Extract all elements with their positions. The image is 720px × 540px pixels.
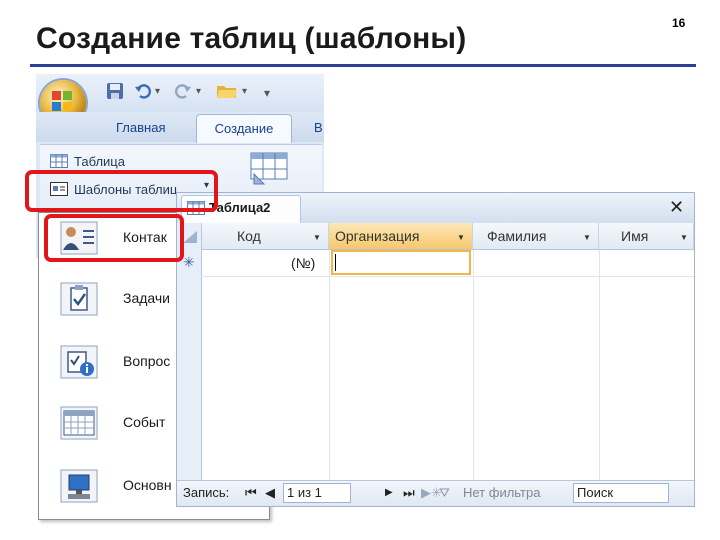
tab-create[interactable]: Создание bbox=[196, 114, 292, 143]
close-icon[interactable]: ✕ bbox=[669, 197, 684, 218]
first-record-icon[interactable]: ⏮ bbox=[245, 485, 257, 501]
redo-dropdown-icon[interactable]: ▾ bbox=[196, 86, 201, 97]
new-record-code: (№) bbox=[291, 255, 316, 271]
organization-cell[interactable] bbox=[331, 250, 471, 275]
table-button[interactable]: Таблица bbox=[74, 154, 125, 169]
assets-icon bbox=[60, 469, 98, 503]
sort-arrow-icon[interactable]: ▼ bbox=[457, 233, 465, 242]
column-header-firstname-label: Имя bbox=[621, 228, 649, 244]
sort-arrow-icon[interactable]: ▼ bbox=[313, 233, 321, 242]
table-window: Таблица2 ✕ Код ▼ Организация ▼ Фамилия ▼… bbox=[176, 192, 695, 507]
grid-line bbox=[599, 250, 600, 480]
title-underline bbox=[30, 64, 696, 67]
document-tab-title: Таблица2 bbox=[209, 200, 271, 215]
customize-toolbar-icon[interactable]: ▾ bbox=[264, 86, 270, 100]
open-folder-icon[interactable] bbox=[216, 82, 238, 100]
redo-icon[interactable] bbox=[174, 82, 192, 100]
text-cursor bbox=[335, 254, 336, 271]
column-header-code[interactable] bbox=[201, 223, 329, 249]
last-record-icon[interactable]: ⏭ bbox=[403, 485, 415, 501]
column-header-lastname-label: Фамилия bbox=[487, 228, 547, 244]
table-icon bbox=[50, 154, 68, 168]
menu-item-issues[interactable]: Вопрос bbox=[123, 353, 170, 369]
slide-title: Создание таблиц (шаблоны) bbox=[36, 22, 467, 55]
filter-icon[interactable]: ⛛ bbox=[439, 485, 450, 501]
record-position-value: 1 из 1 bbox=[287, 485, 322, 500]
sort-arrow-icon[interactable]: ▼ bbox=[583, 233, 591, 242]
tab-next[interactable]: В bbox=[314, 120, 323, 135]
record-label: Запись: bbox=[183, 485, 230, 500]
events-icon bbox=[60, 406, 98, 440]
table-design-icon[interactable] bbox=[250, 152, 290, 186]
previous-record-icon[interactable]: ◀ bbox=[265, 485, 275, 501]
grid-line bbox=[201, 276, 694, 277]
menu-item-events[interactable]: Событ bbox=[123, 414, 165, 430]
tab-home[interactable]: Главная bbox=[116, 120, 165, 135]
office-logo-icon bbox=[52, 91, 72, 111]
tasks-icon bbox=[60, 282, 98, 316]
page-number: 16 bbox=[672, 16, 686, 30]
folder-dropdown-icon[interactable]: ▾ bbox=[242, 86, 247, 97]
grid-line bbox=[329, 250, 330, 480]
sort-arrow-icon[interactable]: ▼ bbox=[680, 233, 688, 242]
column-header-organization-label: Организация bbox=[335, 228, 420, 244]
filter-status[interactable]: Нет фильтра bbox=[463, 485, 540, 500]
select-all-icon[interactable] bbox=[183, 231, 197, 243]
column-header-code-label: Код bbox=[237, 228, 261, 244]
next-record-icon[interactable]: ▶ bbox=[385, 487, 393, 498]
templates-highlight bbox=[25, 170, 218, 212]
menu-item-tasks[interactable]: Задачи bbox=[123, 290, 170, 306]
issues-icon bbox=[60, 345, 98, 379]
new-record-marker: ✳ bbox=[183, 254, 195, 270]
contacts-highlight bbox=[44, 214, 184, 262]
menu-item-assets[interactable]: Основн bbox=[123, 477, 172, 493]
search-placeholder: Поиск bbox=[577, 485, 614, 500]
undo-icon[interactable] bbox=[134, 82, 152, 100]
undo-dropdown-icon[interactable]: ▾ bbox=[155, 86, 160, 97]
grid-line bbox=[473, 250, 474, 480]
save-icon[interactable] bbox=[106, 82, 124, 100]
